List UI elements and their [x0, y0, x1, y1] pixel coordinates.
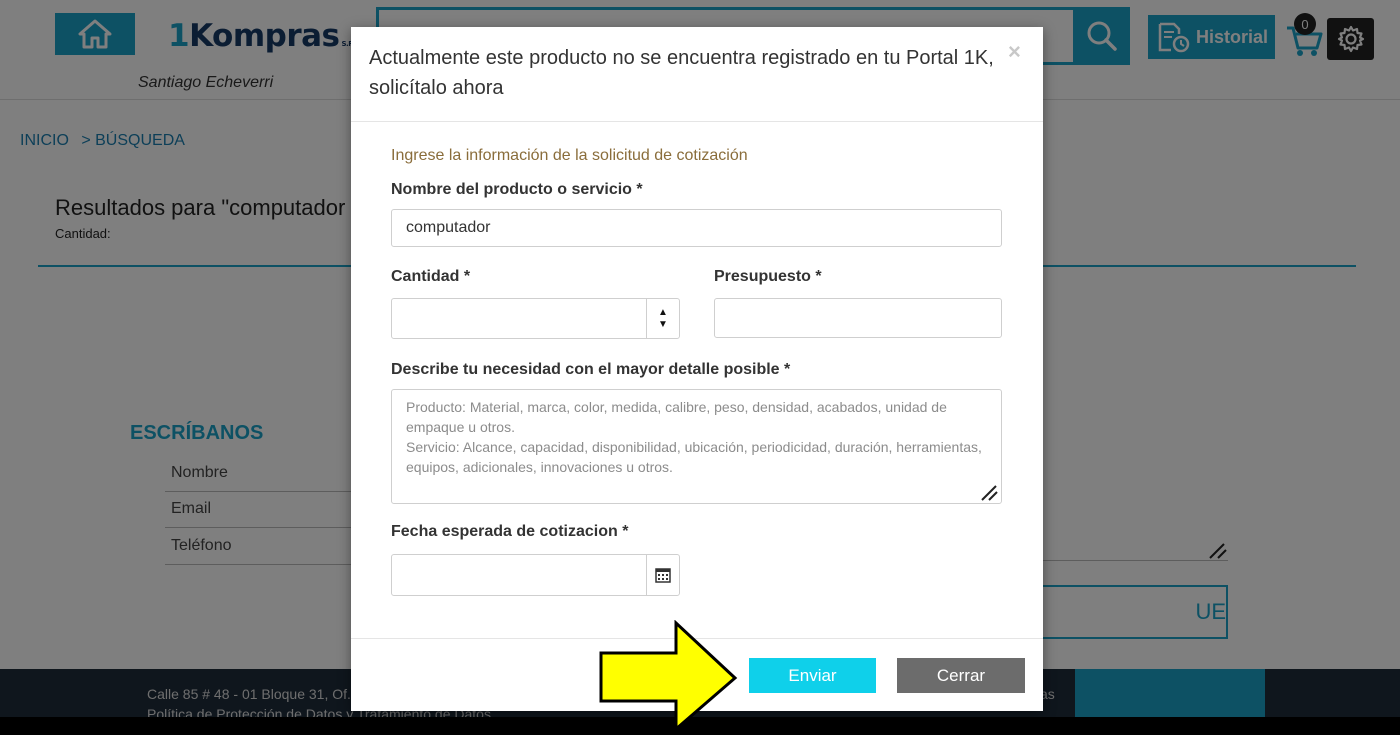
modal-header: Actualmente este producto no se encuentr… [351, 27, 1043, 122]
budget-label: Presupuesto * [714, 268, 822, 285]
date-label: Fecha esperada de cotizacion * [391, 523, 629, 540]
quantity-input[interactable] [391, 298, 680, 339]
close-button[interactable]: Cerrar [897, 658, 1025, 693]
quantity-label: Cantidad * [391, 268, 471, 285]
resize-handle-icon[interactable] [981, 485, 999, 501]
description-placeholder-product: Producto: Material, marca, color, medida… [406, 399, 947, 435]
modal-title: Actualmente este producto no se encuentr… [369, 47, 994, 99]
quantity-stepper[interactable]: ▲ ▼ [646, 299, 679, 338]
product-name-input[interactable] [391, 209, 1002, 247]
stepper-up-icon[interactable]: ▲ [658, 307, 668, 319]
calendar-icon [655, 568, 671, 583]
product-label: Nombre del producto o servicio * [391, 181, 643, 198]
calendar-button[interactable] [646, 555, 679, 595]
expected-date-input[interactable] [391, 554, 680, 596]
pointer-arrow-icon [599, 620, 738, 732]
description-label: Describe tu necesidad con el mayor detal… [391, 361, 791, 378]
close-icon[interactable]: × [1008, 39, 1021, 65]
send-button[interactable]: Enviar [749, 658, 876, 693]
stepper-down-icon[interactable]: ▼ [658, 319, 668, 331]
form-intro-text: Ingrese la información de la solicitud d… [391, 147, 748, 164]
budget-input[interactable] [714, 298, 1002, 338]
quote-request-modal: Actualmente este producto no se encuentr… [351, 27, 1043, 711]
description-placeholder-service: Servicio: Alcance, capacidad, disponibil… [406, 439, 982, 475]
description-textarea[interactable]: Producto: Material, marca, color, medida… [391, 389, 1002, 504]
